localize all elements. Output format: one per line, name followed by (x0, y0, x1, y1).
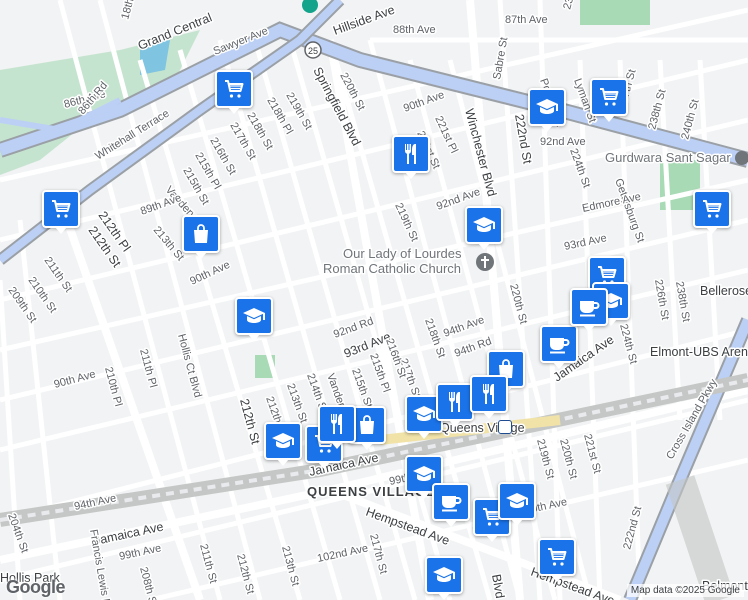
svg-text:222nd St: 222nd St (621, 505, 644, 551)
school-1-marker[interactable] (528, 88, 566, 132)
coffee-cup-icon (547, 332, 571, 356)
graduation-cap-icon (412, 462, 436, 486)
graduation-cap-icon (271, 429, 295, 453)
svg-text:Roman Catholic Church: Roman Catholic Church (323, 261, 461, 276)
shopping-cart-icon (597, 85, 621, 109)
svg-text:Sabre St: Sabre St (491, 36, 510, 80)
fork-knife-icon (443, 390, 467, 414)
svg-text:Bellerose Terrace: Bellerose Terrace (700, 284, 748, 298)
school-2-marker[interactable] (465, 206, 503, 250)
graduation-cap-icon (242, 304, 266, 328)
svg-text:224th St: 224th St (567, 147, 592, 190)
svg-text:211th St: 211th St (197, 543, 219, 585)
svg-text:Hillside Ave: Hillside Ave (331, 3, 396, 38)
school-9-marker[interactable] (425, 556, 463, 600)
park-area (580, 0, 650, 25)
fork-knife-icon (325, 412, 349, 436)
google-logo: Google (6, 577, 66, 597)
graduation-cap-icon (535, 95, 559, 119)
graduation-cap-icon (472, 213, 496, 237)
svg-text:220th St: 220th St (557, 438, 579, 481)
svg-text:Blvd: Blvd (489, 573, 507, 599)
bag-1-marker[interactable] (182, 215, 220, 259)
food-1-marker[interactable] (392, 135, 430, 179)
fork-knife-icon (477, 382, 501, 406)
school-5-marker[interactable] (264, 422, 302, 466)
svg-text:23rd St: 23rd St (561, 0, 582, 11)
shopping-cart-icon (49, 197, 73, 221)
shopping-cart-icon (545, 545, 569, 569)
food-3-marker[interactable] (436, 383, 474, 427)
food-2-marker[interactable] (318, 405, 356, 449)
svg-text:226th St: 226th St (652, 278, 671, 320)
school-8-marker[interactable] (498, 482, 536, 526)
fork-knife-icon (399, 142, 423, 166)
cart-3-marker[interactable] (590, 78, 628, 122)
shopping-cart-icon (222, 77, 246, 101)
cafe-2-marker[interactable] (432, 483, 470, 527)
svg-text:Elmont-UBS Arena: Elmont-UBS Arena (650, 345, 748, 359)
svg-text:90th Ave: 90th Ave (188, 259, 232, 288)
poi-pin-icon[interactable] (302, 0, 318, 13)
map-attribution[interactable]: Map data ©2025 Google (626, 584, 744, 597)
svg-text:90th Ave: 90th Ave (53, 368, 97, 391)
graduation-cap-icon (505, 489, 529, 513)
cafe-1-marker[interactable] (540, 325, 578, 369)
school-3-marker[interactable] (235, 297, 273, 341)
svg-text:88th Ave: 88th Ave (393, 24, 436, 36)
svg-text:221st St: 221st St (581, 433, 603, 475)
cart-2-marker[interactable] (42, 190, 80, 234)
shopping-bag-icon (189, 222, 213, 246)
svg-text:220th St: 220th St (507, 283, 529, 326)
food-4-marker[interactable] (470, 375, 508, 419)
svg-text:89th Ave: 89th Ave (139, 192, 183, 218)
graduation-cap-icon (432, 563, 456, 587)
cart-4-marker[interactable] (693, 190, 731, 234)
graduation-cap-icon (412, 402, 436, 426)
cafe-3-marker[interactable] (570, 288, 608, 332)
svg-text:212th St: 212th St (237, 397, 263, 446)
svg-text:224th St: 224th St (617, 323, 639, 366)
cart-8-marker[interactable] (538, 538, 576, 582)
train-station-icon[interactable] (498, 420, 512, 434)
svg-text:208th St: 208th St (137, 566, 159, 600)
svg-text:Our Lady of Lourdes: Our Lady of Lourdes (343, 246, 462, 261)
shopping-cart-icon (700, 197, 724, 221)
svg-text:Gurdwara Sant Sagar: Gurdwara Sant Sagar (605, 150, 731, 165)
map-base: 25 18th St Grand Central Sawyer Ave Hill… (0, 0, 748, 600)
svg-text:87th Ave: 87th Ave (505, 14, 548, 26)
svg-text:25: 25 (308, 46, 318, 56)
coffee-cup-icon (439, 490, 463, 514)
cart-1-marker[interactable] (215, 70, 253, 114)
svg-text:18th St: 18th St (119, 0, 140, 21)
coffee-cup-icon (577, 295, 601, 319)
shopping-bag-icon (355, 413, 379, 437)
map-canvas[interactable]: 25 18th St Grand Central Sawyer Ave Hill… (0, 0, 748, 600)
